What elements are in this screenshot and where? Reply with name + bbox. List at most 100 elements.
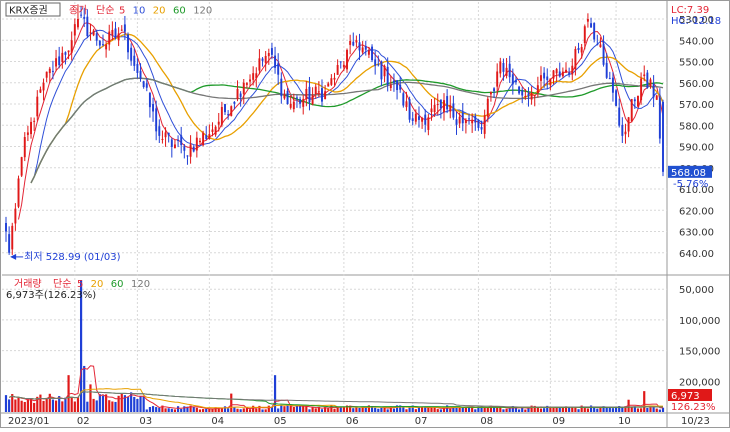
candle-body <box>158 126 161 136</box>
volume-bar <box>70 396 73 412</box>
candle-body <box>267 53 270 57</box>
candle-body <box>245 83 248 85</box>
volume-bar <box>223 406 227 412</box>
candle-body <box>421 118 424 122</box>
candle <box>346 48 348 73</box>
candle <box>220 101 223 128</box>
candle <box>408 96 411 123</box>
candle <box>533 94 536 107</box>
volume-bar <box>205 408 208 412</box>
volume-bar <box>242 408 245 412</box>
candle-body <box>227 114 230 116</box>
candle <box>627 116 630 138</box>
candle <box>618 98 621 128</box>
candle-body <box>452 103 455 118</box>
candle-body <box>208 134 211 140</box>
candle-body <box>618 107 621 126</box>
candle-body <box>471 120 474 124</box>
volume-bar <box>593 407 596 412</box>
candle-body <box>42 82 45 91</box>
volume-bar <box>377 408 380 412</box>
volume-bar <box>89 384 92 412</box>
candle-body <box>655 95 658 100</box>
candle-body <box>292 101 295 110</box>
volume-bar <box>83 365 86 412</box>
volume-bar <box>374 407 377 412</box>
candle <box>424 109 427 133</box>
candle-body <box>133 55 136 66</box>
legend-ma-10: 10 <box>133 6 146 17</box>
volume-bar <box>133 396 136 412</box>
candle <box>33 117 36 131</box>
candle-body <box>652 83 655 98</box>
candle-body <box>524 95 527 97</box>
price-tick-label: 590.00 <box>679 143 714 154</box>
candle <box>518 85 521 95</box>
candle-body <box>455 119 458 125</box>
candle-body <box>123 24 126 32</box>
candle <box>371 44 374 63</box>
candle-body <box>180 135 183 146</box>
candle <box>111 21 114 41</box>
candle <box>180 126 183 154</box>
legend-ma-120: 120 <box>193 6 212 17</box>
candle-body <box>199 140 201 143</box>
volume-bar <box>202 409 205 412</box>
candle <box>418 106 420 128</box>
candle <box>14 203 17 231</box>
candle-body <box>546 76 549 81</box>
candle-body <box>477 119 480 128</box>
candle-body <box>164 132 167 138</box>
candle-body <box>148 92 151 108</box>
candle-body <box>449 105 452 112</box>
candle <box>464 118 467 134</box>
candle-body <box>67 50 70 53</box>
candle <box>202 130 205 147</box>
volume-bar <box>64 397 67 412</box>
candle <box>396 79 399 100</box>
candle <box>586 13 589 28</box>
price-tick-label: 550.00 <box>679 58 714 69</box>
legend-ma-60: 60 <box>173 6 186 17</box>
volume-bar <box>33 402 36 412</box>
volume-bar <box>358 407 361 412</box>
volume-bar <box>333 408 336 412</box>
low-note: 최저 528.99 (01/03) <box>24 251 120 263</box>
candle-body <box>30 121 32 135</box>
candle-body <box>474 116 477 123</box>
candle-body <box>505 67 508 76</box>
candle-body <box>521 90 524 96</box>
volume-bar <box>305 406 308 412</box>
volume-bar <box>261 409 264 412</box>
candle-body <box>274 55 277 68</box>
candle-body <box>61 52 64 63</box>
candle <box>402 91 405 108</box>
volume-bar <box>155 407 158 412</box>
candle <box>302 94 305 115</box>
candle <box>292 93 295 113</box>
lc-label: LC:7.39 <box>671 5 709 16</box>
candle <box>452 95 455 120</box>
candle <box>321 79 323 107</box>
candle-body <box>324 91 327 100</box>
candle <box>508 55 511 83</box>
candle-body <box>261 58 264 61</box>
candle-body <box>605 62 608 78</box>
candle-body <box>70 40 73 53</box>
candle <box>30 117 32 139</box>
candle-body <box>183 146 186 151</box>
candle-body <box>98 40 101 46</box>
candle <box>73 18 76 45</box>
candle-body <box>568 72 571 75</box>
candle-body <box>508 63 511 78</box>
candle <box>608 71 611 80</box>
volume-bar <box>198 409 202 412</box>
candle-body <box>374 59 377 66</box>
volume-bar <box>236 408 239 412</box>
volume-bar <box>646 407 649 412</box>
volume-bar <box>486 407 489 412</box>
candle <box>249 74 251 87</box>
volume-bar <box>311 407 314 412</box>
candle <box>224 103 226 115</box>
volume-bar <box>227 408 230 412</box>
